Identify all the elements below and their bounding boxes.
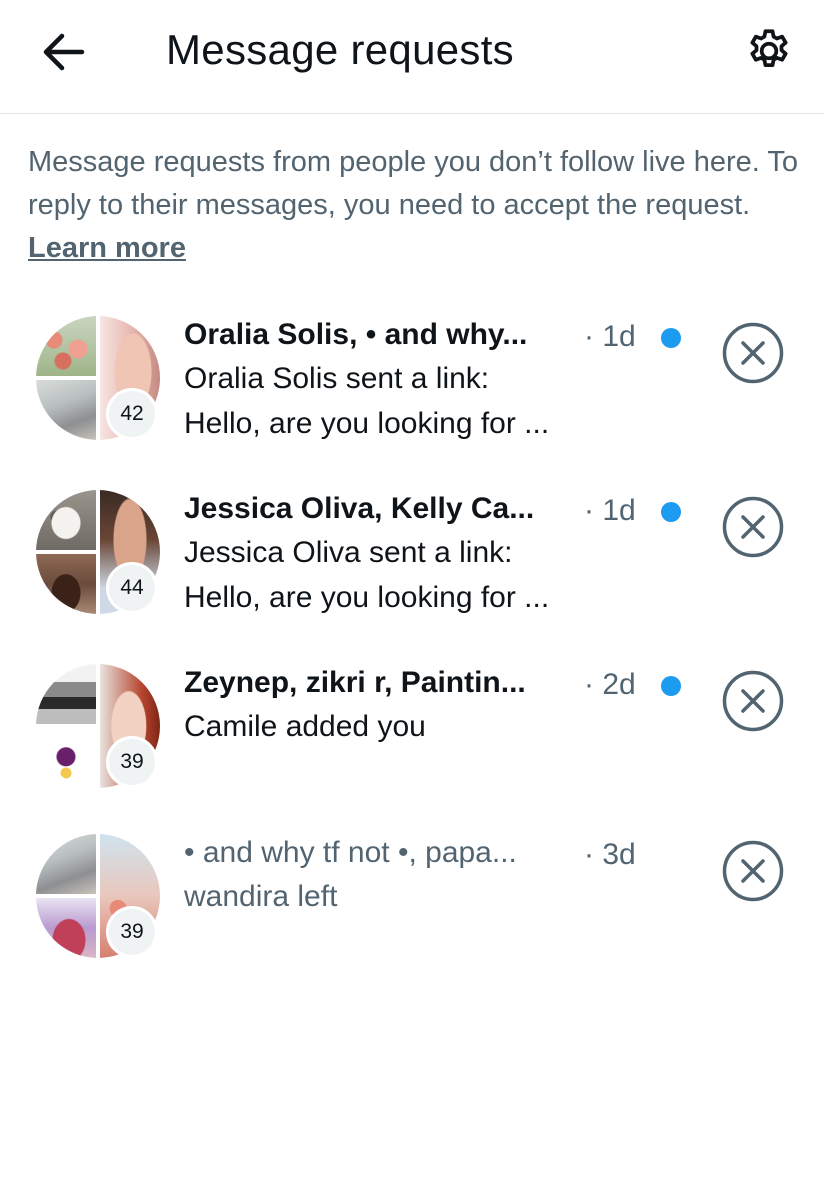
avatar-photo — [36, 664, 96, 724]
back-button[interactable] — [38, 30, 88, 74]
conversation-names: Jessica Oliva, Kelly Ca... — [184, 492, 574, 532]
message-preview: Hello, are you looking for ... — [184, 581, 550, 614]
message-preview: Hello, are you looking for ... — [184, 407, 550, 440]
timestamp: · 2d — [584, 668, 636, 701]
dismiss-request-button[interactable] — [722, 670, 784, 732]
avatar-photo — [36, 554, 96, 614]
gear-icon — [750, 29, 788, 68]
participant-names: • and why tf not •, papa... — [184, 836, 517, 869]
dismiss-request-button[interactable] — [722, 840, 784, 902]
conversation-names: • and why tf not •, papa... — [184, 836, 574, 876]
message-request-row[interactable]: 39 • and why tf not •, papa... · 3d wand… — [0, 828, 824, 998]
unread-dot-icon — [661, 502, 681, 522]
timestamp: · 1d — [584, 320, 636, 353]
message-preview: Oralia Solis sent a link: — [184, 362, 490, 395]
dismiss-request-button[interactable] — [722, 496, 784, 558]
timestamp: · 3d — [584, 838, 636, 871]
close-circle-icon — [722, 322, 784, 384]
avatar-photo — [36, 728, 96, 788]
participant-names: Zeynep, zikri r, Paintin... — [184, 666, 526, 699]
page-title: Message requests — [166, 26, 514, 73]
participant-names: Oralia Solis, • and why... — [184, 318, 528, 351]
close-circle-icon — [722, 496, 784, 558]
intro-description: Message requests from people you don’t f… — [28, 146, 799, 221]
intro-text: Message requests from people you don’t f… — [28, 141, 808, 270]
avatar-photo — [36, 898, 96, 958]
message-request-row[interactable]: 39 Zeynep, zikri r, Paintin... · 2d Cami… — [0, 658, 824, 828]
timestamp: · 1d — [584, 494, 636, 527]
learn-more-link[interactable]: Learn more — [28, 232, 186, 264]
conversation-names: Zeynep, zikri r, Paintin... — [184, 666, 578, 706]
avatar-photo — [36, 834, 96, 894]
message-request-row[interactable]: 44 Jessica Oliva, Kelly Ca... · 1d Jessi… — [0, 484, 824, 654]
close-circle-icon — [722, 840, 784, 902]
member-count-badge: 44 — [106, 562, 158, 614]
close-circle-icon — [722, 670, 784, 732]
settings-button[interactable] — [744, 26, 794, 76]
unread-dot-icon — [661, 328, 681, 348]
message-request-row[interactable]: 42 Oralia Solis, • and why... · 1d Orali… — [0, 310, 824, 480]
member-count-badge: 39 — [106, 736, 158, 788]
member-count-badge: 39 — [106, 906, 158, 958]
conversation-names: Oralia Solis, • and why... — [184, 318, 574, 358]
message-preview: wandira left — [184, 880, 338, 913]
top-bar: Message requests — [0, 0, 824, 114]
dismiss-request-button[interactable] — [722, 322, 784, 384]
participant-names: Jessica Oliva, Kelly Ca... — [184, 492, 535, 525]
avatar-photo — [36, 380, 96, 440]
message-preview: Jessica Oliva sent a link: — [184, 536, 513, 569]
avatar-photo — [36, 490, 96, 550]
message-preview: Camile added you — [184, 710, 426, 743]
unread-dot-icon — [661, 676, 681, 696]
member-count-badge: 42 — [106, 388, 158, 440]
back-arrow-icon — [43, 33, 85, 71]
avatar-photo — [36, 316, 96, 376]
